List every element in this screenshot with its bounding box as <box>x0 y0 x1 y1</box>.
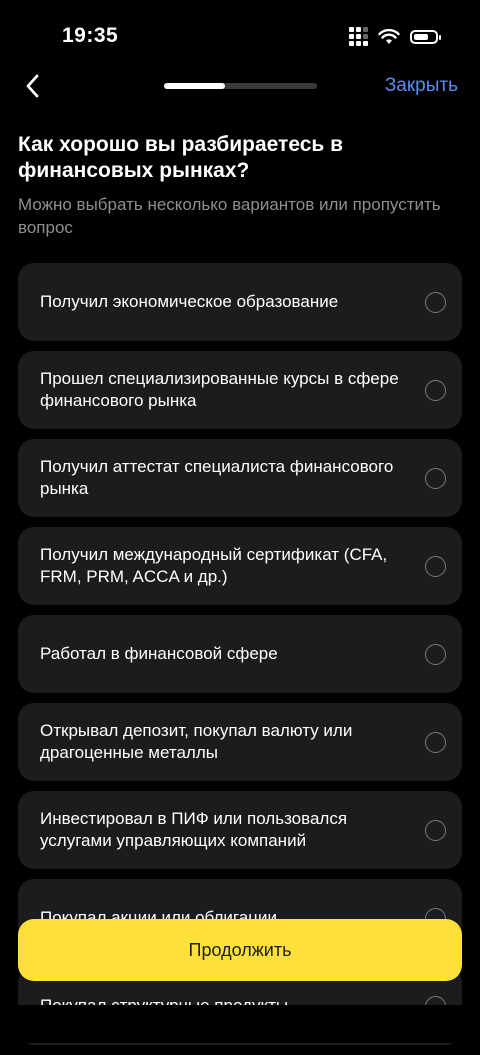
radio-unchecked-icon[interactable] <box>425 819 446 841</box>
radio-unchecked-icon[interactable] <box>425 731 446 753</box>
radio-unchecked-icon[interactable] <box>425 643 446 665</box>
top-nav: Закрыть <box>0 70 480 102</box>
option-label: Инвестировал в ПИФ или пользовался услуг… <box>40 809 348 850</box>
radio-unchecked-icon[interactable] <box>425 291 446 313</box>
option-mutual-funds[interactable]: Инвестировал в ПИФ или пользовался услуг… <box>18 791 462 869</box>
option-deposit-currency[interactable]: Открывал депозит, покупал валюту или дра… <box>18 703 462 781</box>
option-specialized-courses[interactable]: Прошел специализированные курсы в сфере … <box>18 351 462 429</box>
progress-bar <box>164 83 317 89</box>
wifi-icon <box>378 28 400 44</box>
cellular-signal-icon <box>349 27 368 46</box>
bottom-mask <box>0 1005 480 1043</box>
back-button[interactable] <box>16 70 48 102</box>
status-time: 19:35 <box>62 24 119 47</box>
radio-unchecked-icon[interactable] <box>425 555 446 577</box>
question-title: Как хорошо вы разбираетесь в финансовых … <box>18 133 344 182</box>
option-economic-education[interactable]: Получил экономическое образование <box>18 263 462 341</box>
close-button[interactable]: Закрыть <box>385 75 458 97</box>
option-label: Прошел специализированные курсы в сфере … <box>40 369 399 410</box>
option-label: Открывал депозит, покупал валюту или дра… <box>40 721 353 762</box>
status-bar: 19:35 <box>0 0 480 70</box>
option-financial-work[interactable]: Работал в финансовой сфере <box>18 615 462 693</box>
radio-unchecked-icon[interactable] <box>425 467 446 489</box>
radio-unchecked-icon[interactable] <box>425 379 446 401</box>
question-hint: Можно выбрать несколько вариантов или пр… <box>18 195 441 237</box>
chevron-left-icon <box>26 74 39 98</box>
option-international-certificate[interactable]: Получил международный сертификат (CFA, F… <box>18 527 462 605</box>
option-label: Получил экономическое образование <box>40 292 339 311</box>
battery-icon <box>410 29 441 44</box>
status-icons <box>349 27 441 46</box>
progress-fill <box>164 83 226 89</box>
option-label: Получил международный сертификат (CFA, F… <box>40 545 388 586</box>
option-label: Работал в финансовой сфере <box>40 644 278 663</box>
continue-button[interactable]: Продолжить <box>18 919 462 981</box>
option-specialist-certificate[interactable]: Получил аттестат специалиста финансового… <box>18 439 462 517</box>
option-label: Получил аттестат специалиста финансового… <box>40 457 394 498</box>
